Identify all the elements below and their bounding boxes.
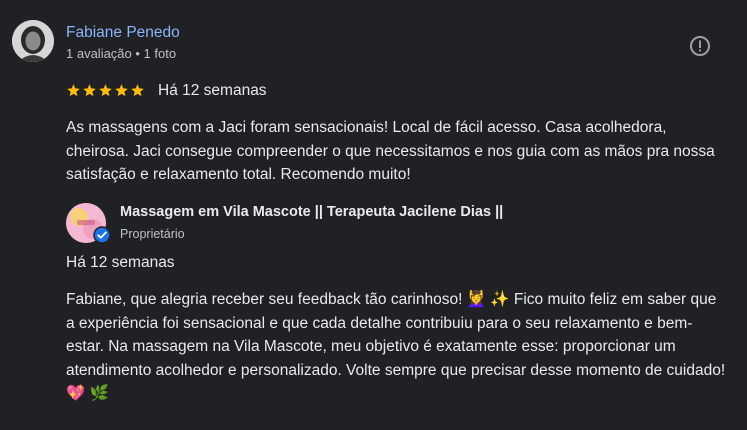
star-icon (115, 84, 128, 97)
verified-check-icon (93, 226, 111, 244)
star-rating (66, 82, 145, 100)
owner-name[interactable]: Massagem em Vila Mascote || Terapeuta Ja… (120, 204, 503, 220)
star-icon (83, 84, 96, 97)
reviewer-avatar[interactable] (12, 20, 54, 62)
star-icon (131, 84, 144, 97)
star-icon (67, 84, 80, 97)
review-date: Há 12 semanas (158, 82, 267, 99)
owner-role: Proprietário (120, 227, 185, 241)
reviewer-meta: 1 avaliação • 1 foto (66, 46, 177, 61)
review-text: As massagens com a Jaci foram sensaciona… (66, 119, 715, 183)
reply-text: Fabiane, que alegria receber seu feedbac… (66, 291, 726, 402)
reply-date: Há 12 semanas (66, 254, 175, 271)
star-icon (99, 84, 112, 97)
report-flag-icon[interactable] (689, 35, 711, 57)
reviewer-name[interactable]: Fabiane Penedo (66, 24, 180, 42)
